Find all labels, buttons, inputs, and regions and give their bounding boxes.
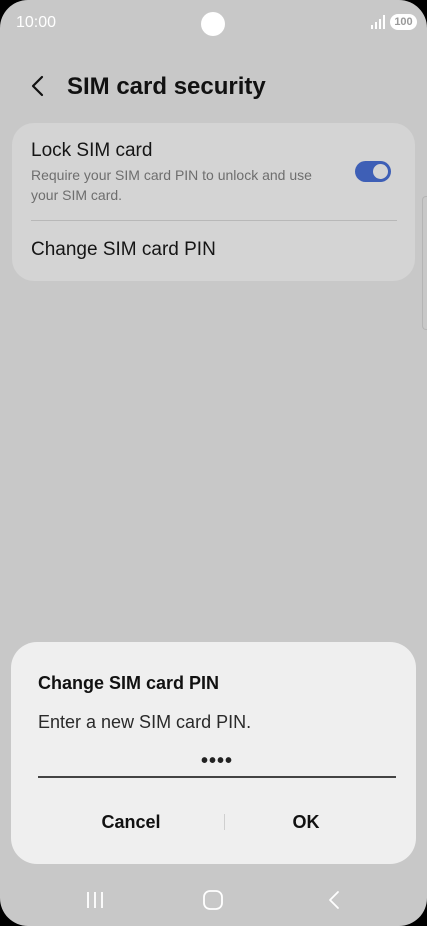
toggle-knob <box>373 164 388 179</box>
chevron-left-icon <box>31 75 44 97</box>
lock-sim-card-description: Require your SIM card PIN to unlock and … <box>31 167 312 203</box>
navigation-bar <box>0 878 427 922</box>
ok-button[interactable]: OK <box>211 800 401 844</box>
change-sim-pin-row[interactable]: Change SIM card PIN <box>12 222 415 281</box>
status-bar: 10:00 100 <box>0 0 427 48</box>
lock-sim-card-row[interactable]: Lock SIM card Require your SIM card PIN … <box>12 123 415 219</box>
divider <box>31 220 397 221</box>
pin-input[interactable] <box>38 746 396 778</box>
home-icon <box>203 890 223 910</box>
camera-cutout <box>201 12 225 36</box>
settings-card: Lock SIM card Require your SIM card PIN … <box>12 123 415 281</box>
lock-sim-card-title: Lock SIM card <box>31 140 153 161</box>
page-title: SIM card security <box>67 73 266 100</box>
back-icon <box>329 891 339 909</box>
scrollbar[interactable] <box>422 196 427 330</box>
recents-icon <box>87 892 103 908</box>
home-button[interactable] <box>201 888 225 912</box>
change-sim-pin-title: Change SIM card PIN <box>31 239 216 260</box>
battery-indicator: 100 <box>390 14 417 30</box>
change-pin-dialog: Change SIM card PIN Enter a new SIM card… <box>11 642 416 864</box>
recents-button[interactable] <box>83 888 107 912</box>
status-time: 10:00 <box>16 14 57 31</box>
lock-sim-card-toggle[interactable] <box>355 161 391 182</box>
nav-back-button[interactable] <box>322 888 346 912</box>
dialog-message: Enter a new SIM card PIN. <box>38 712 252 732</box>
back-button[interactable] <box>26 74 50 98</box>
signal-icon <box>371 15 385 29</box>
phone-screen: 10:00 100 SIM card security Lock SIM car… <box>0 0 427 926</box>
app-header: SIM card security <box>0 62 427 112</box>
cancel-button[interactable]: Cancel <box>36 800 226 844</box>
dialog-title: Change SIM card PIN <box>38 673 220 693</box>
